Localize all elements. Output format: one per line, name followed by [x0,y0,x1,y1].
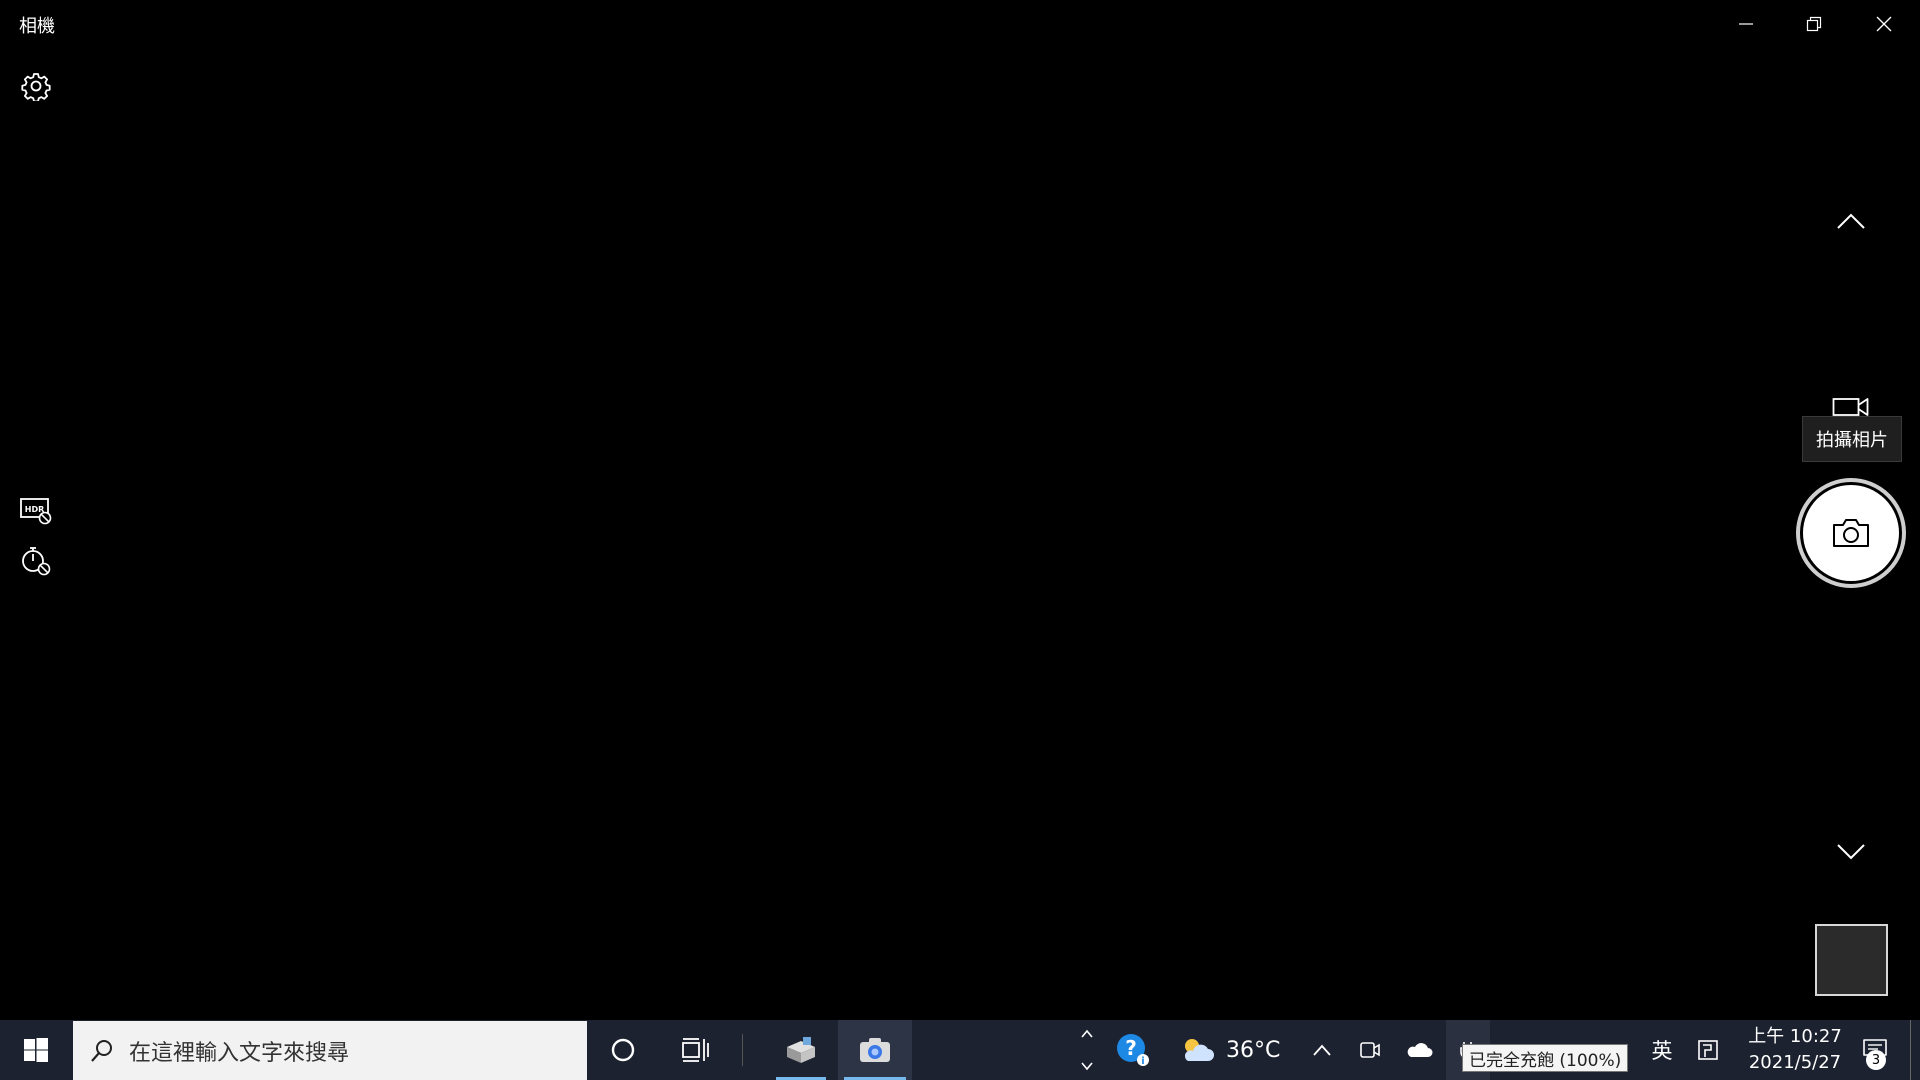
windows-logo-icon [24,1038,48,1062]
taskbar-app-cube[interactable] [770,1020,832,1080]
up-down-arrows-icon [1081,1029,1093,1071]
clock-date: 2021/5/27 [1748,1052,1842,1073]
onedrive-button[interactable] [1398,1020,1440,1080]
taskbar-divider [742,1034,743,1066]
chevron-down-icon [1837,844,1865,860]
video-call-icon [1360,1042,1380,1058]
search-icon [91,1039,112,1062]
input-language-button[interactable]: 英 [1640,1020,1684,1080]
show-hidden-icons-button[interactable] [1300,1020,1344,1080]
chevron-up-icon [1837,213,1865,229]
camera-icon [1833,519,1869,547]
last-photo-thumbnail[interactable] [1815,924,1888,996]
app-cube-icon [787,1037,815,1063]
settings-button[interactable] [16,66,56,106]
meet-now-button[interactable] [1350,1020,1390,1080]
cortana-button[interactable] [592,1020,654,1080]
minimize-icon [1739,23,1753,25]
svg-text:?: ? [1125,1036,1137,1060]
weather-partly-cloudy-icon [1184,1039,1214,1061]
taskbar-camera-app[interactable] [838,1020,912,1080]
task-view-icon [682,1038,709,1062]
battery-tooltip: 已完全充飽 (100%) [1462,1044,1629,1072]
hdr-off-icon: HDR [20,498,52,525]
camera-app-icon [860,1038,890,1062]
taskbar: 在這裡輸入文字來搜尋 ? i 36°C 英 上午 10:27 2021/5/27 [0,1020,1920,1080]
help-icon: ? i [1117,1034,1149,1067]
ime-mode-button[interactable] [1688,1020,1728,1080]
taskbar-clock[interactable]: 上午 10:27 2021/5/27 [1730,1024,1860,1076]
weather-widget[interactable]: 36°C [1180,1020,1292,1080]
help-tray-icon-button[interactable]: ? i [1104,1020,1162,1080]
svg-text:i: i [1141,1056,1144,1067]
app-title: 相機 [19,16,55,37]
hdr-toggle[interactable]: HDR [16,490,56,530]
ime-toggle-icon [1698,1040,1718,1060]
timer-off-icon [22,547,51,576]
video-camera-icon [1832,398,1869,416]
taskbar-scroll-arrows[interactable] [1074,1020,1100,1080]
title-bar: 相機 [0,0,1920,48]
restore-icon [1806,16,1822,32]
start-button[interactable] [0,1020,72,1080]
svg-text:HDR: HDR [25,505,45,514]
weather-temperature: 36°C [1226,1037,1281,1063]
search-placeholder: 在這裡輸入文字來搜尋 [129,1040,350,1066]
show-desktop-button[interactable] [1910,1020,1920,1080]
input-language-label: 英 [1651,1039,1673,1063]
camera-window: 相機 HDR 拍攝相片 [0,0,1920,1020]
task-view-button[interactable] [664,1020,726,1080]
clock-time: 上午 10:27 [1748,1026,1842,1047]
take-photo-button[interactable] [1796,478,1906,588]
cortana-circle-icon [611,1038,635,1062]
taskbar-search-box[interactable]: 在這裡輸入文字來搜尋 [73,1021,587,1080]
gear-icon [21,73,51,101]
close-button[interactable] [1850,0,1918,48]
notification-count-badge: 3 [1866,1050,1886,1070]
shutter-face [1803,485,1899,581]
close-icon [1876,16,1892,32]
chevron-up-icon [1313,1044,1331,1056]
restore-button[interactable] [1780,0,1848,48]
minimize-button[interactable] [1712,0,1780,48]
expand-up-button[interactable] [1826,206,1876,236]
expand-down-button[interactable] [1826,836,1876,866]
timer-toggle[interactable] [16,541,56,581]
cloud-icon [1407,1043,1433,1057]
shutter-tooltip: 拍攝相片 [1802,416,1902,462]
